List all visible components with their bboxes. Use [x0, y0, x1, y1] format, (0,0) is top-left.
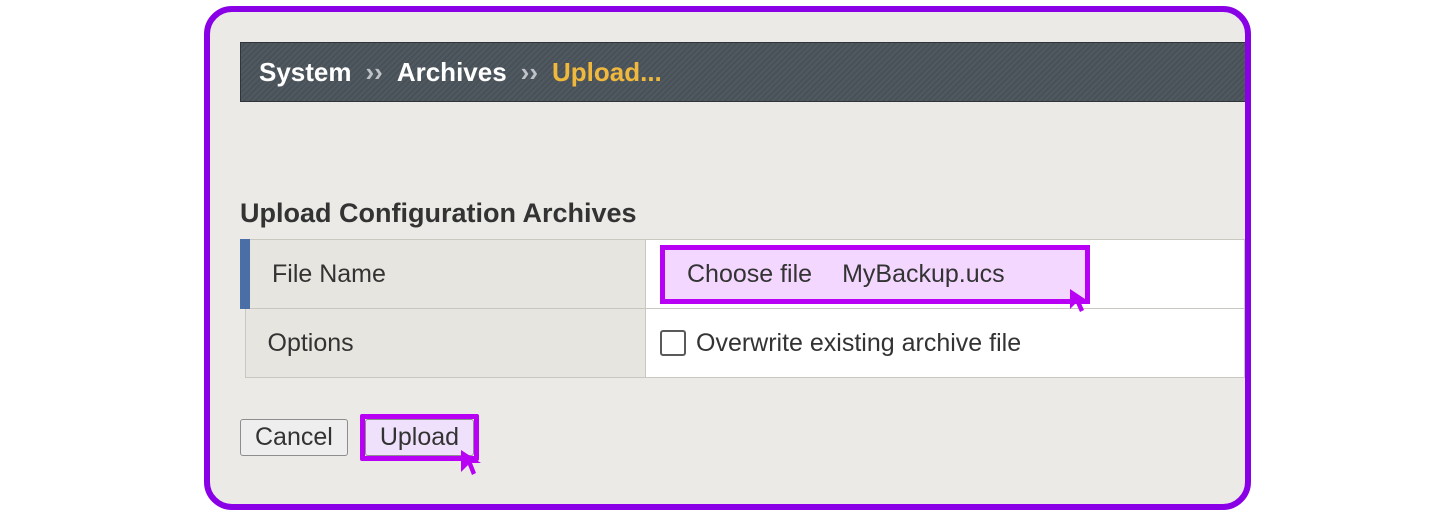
cancel-button[interactable]: Cancel [240, 419, 348, 456]
section-title: Upload Configuration Archives [240, 198, 1245, 229]
cursor-icon [1067, 287, 1091, 315]
upload-panel: System ›› Archives ›› Upload... Upload C… [204, 6, 1251, 510]
chosen-file-name: MyBackup.ucs [842, 260, 1005, 289]
cursor-icon [458, 448, 484, 478]
upload-form-table: File Name Choose file MyBackup.ucs Optio… [240, 239, 1245, 378]
row-options: Options Overwrite existing archive file [245, 309, 1245, 378]
options-label: Options [246, 329, 646, 358]
upload-button-highlight: Upload [360, 414, 479, 461]
breadcrumb: System ›› Archives ›› Upload... [240, 42, 1245, 102]
breadcrumb-current: Upload... [552, 57, 662, 88]
overwrite-label: Overwrite existing archive file [696, 329, 1021, 358]
file-name-label: File Name [250, 260, 645, 289]
breadcrumb-separator-icon: ›› [521, 57, 538, 88]
breadcrumb-archives[interactable]: Archives [397, 57, 507, 88]
action-bar: Cancel Upload [240, 414, 1245, 461]
choose-file-label: Choose file [687, 260, 812, 289]
breadcrumb-system[interactable]: System [259, 57, 352, 88]
row-file-name: File Name Choose file MyBackup.ucs [245, 240, 1245, 309]
breadcrumb-separator-icon: ›› [366, 57, 383, 88]
choose-file-button[interactable]: Choose file MyBackup.ucs [660, 245, 1090, 304]
overwrite-checkbox[interactable] [660, 330, 686, 356]
